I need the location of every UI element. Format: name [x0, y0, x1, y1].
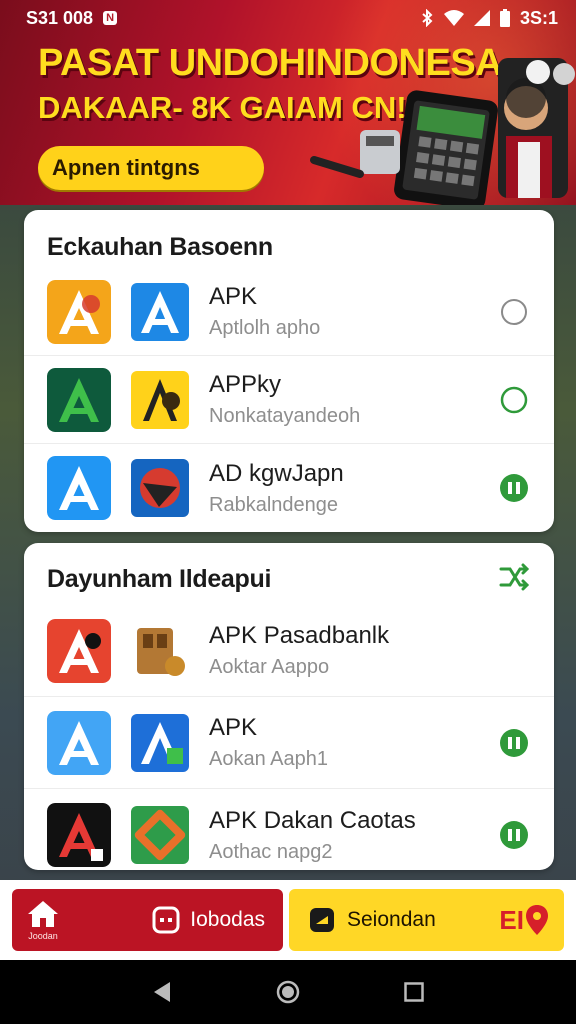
app-list-item[interactable]: AD kgwJapn Rabkalndenge: [24, 444, 554, 532]
app-icon-a-blue-green: [131, 713, 189, 772]
home-icon: [28, 901, 58, 927]
app-title: APK: [209, 714, 258, 741]
location-pin-icon: [526, 905, 548, 935]
app-title: APPky: [209, 371, 282, 398]
app-icon-a-lightblue: [47, 710, 111, 775]
status-placeholder: [498, 635, 530, 667]
app-title: APK: [209, 283, 258, 310]
installed-icon[interactable]: [498, 819, 530, 851]
signal-icon: [473, 10, 490, 26]
status-clock: 3S:1: [519, 7, 558, 28]
app-list-item[interactable]: APK Dakan Caotas Aothac napg2: [24, 789, 554, 881]
home-circle-icon: [276, 980, 300, 1004]
app-subtitle: Aoktar Aappo: [209, 656, 330, 678]
battery-icon: [499, 9, 510, 27]
home-system-button[interactable]: [275, 979, 301, 1005]
app-list-item[interactable]: APPky Nonkatayandeoh: [24, 356, 554, 444]
app-icon-a-blue: [131, 282, 189, 341]
installed-icon[interactable]: [498, 472, 530, 504]
app-subtitle: Nonkatayandeoh: [209, 405, 361, 427]
badge-text: EI: [499, 904, 524, 935]
radio-button[interactable]: [498, 296, 530, 328]
recents-icon: [404, 982, 425, 1002]
bottom-navigation: Joodan Iobodas Seiondan EI: [0, 880, 576, 960]
app-subtitle: Aptlolh apho: [209, 317, 321, 339]
app-subtitle: Aokan Aaph1: [209, 748, 328, 770]
section-header: Eckauhan Basoenn: [24, 210, 554, 268]
back-button[interactable]: [152, 981, 172, 1003]
home-button[interactable]: Joodan: [26, 899, 60, 941]
app-list-item[interactable]: APK Aptlolh apho: [24, 268, 554, 356]
section-title: Eckauhan Basoenn: [47, 232, 273, 261]
section-title: Dayunham Ildeapui: [47, 564, 272, 593]
bluetooth-icon: [420, 9, 434, 27]
app-icon-a-yellow: [131, 370, 189, 429]
back-icon: [153, 982, 170, 1002]
app-icon-red-blue: [131, 459, 189, 517]
app-icon-green-orange: [131, 806, 189, 864]
app-icon-a-blue: [47, 456, 111, 520]
app-list-item[interactable]: APK Aokan Aaph1: [24, 697, 554, 789]
app-title: APK Pasadbanlk: [209, 622, 390, 649]
status-time: S31 008: [26, 7, 94, 28]
app-icon-a-green: [47, 367, 111, 432]
installed-icon[interactable]: [498, 727, 530, 759]
nav-yellow-label: Seiondan: [347, 908, 436, 931]
notification-badge: N: [103, 11, 118, 25]
section-card: Eckauhan Basoenn APK Aptlolh apho APPky …: [24, 210, 554, 532]
section-card: Dayunham Ildeapui APK Pasadbanlk Aoktar …: [24, 543, 554, 870]
banner-illustration: [310, 58, 575, 205]
nav-red-button[interactable]: Joodan Iobodas: [12, 889, 283, 951]
tag-icon: [310, 908, 334, 932]
section-header: Dayunham Ildeapui: [24, 543, 554, 605]
system-navigation-bar: [0, 960, 576, 1024]
app-icon-a-red: [47, 618, 111, 683]
nav-yellow-button[interactable]: Seiondan EI: [289, 889, 564, 951]
app-subtitle: Rabkalndenge: [209, 493, 338, 516]
nav-yellow-badge: EI: [499, 904, 550, 936]
radio-button[interactable]: [498, 384, 530, 416]
message-icon: [152, 906, 180, 934]
app-title: APK Dakan Caotas: [209, 806, 416, 834]
app-icon-brown: [131, 622, 189, 680]
app-title: AD kgwJapn: [209, 459, 344, 487]
nav-red-label: Iobodas: [190, 908, 265, 931]
app-icon-a-black: [47, 803, 111, 867]
home-label: Joodan: [28, 931, 58, 941]
banner-cta-button[interactable]: Apnen tintgns: [38, 146, 264, 190]
status-bar: S31 008 N 3S:1: [0, 0, 576, 36]
recents-button[interactable]: [404, 982, 425, 1002]
wifi-icon: [443, 10, 464, 26]
app-icon-a-orange: [47, 279, 111, 344]
app-subtitle: Aothac napg2: [209, 840, 333, 863]
app-list-item[interactable]: APK Pasadbanlk Aoktar Aappo: [24, 605, 554, 697]
shuffle-icon[interactable]: [498, 561, 530, 598]
